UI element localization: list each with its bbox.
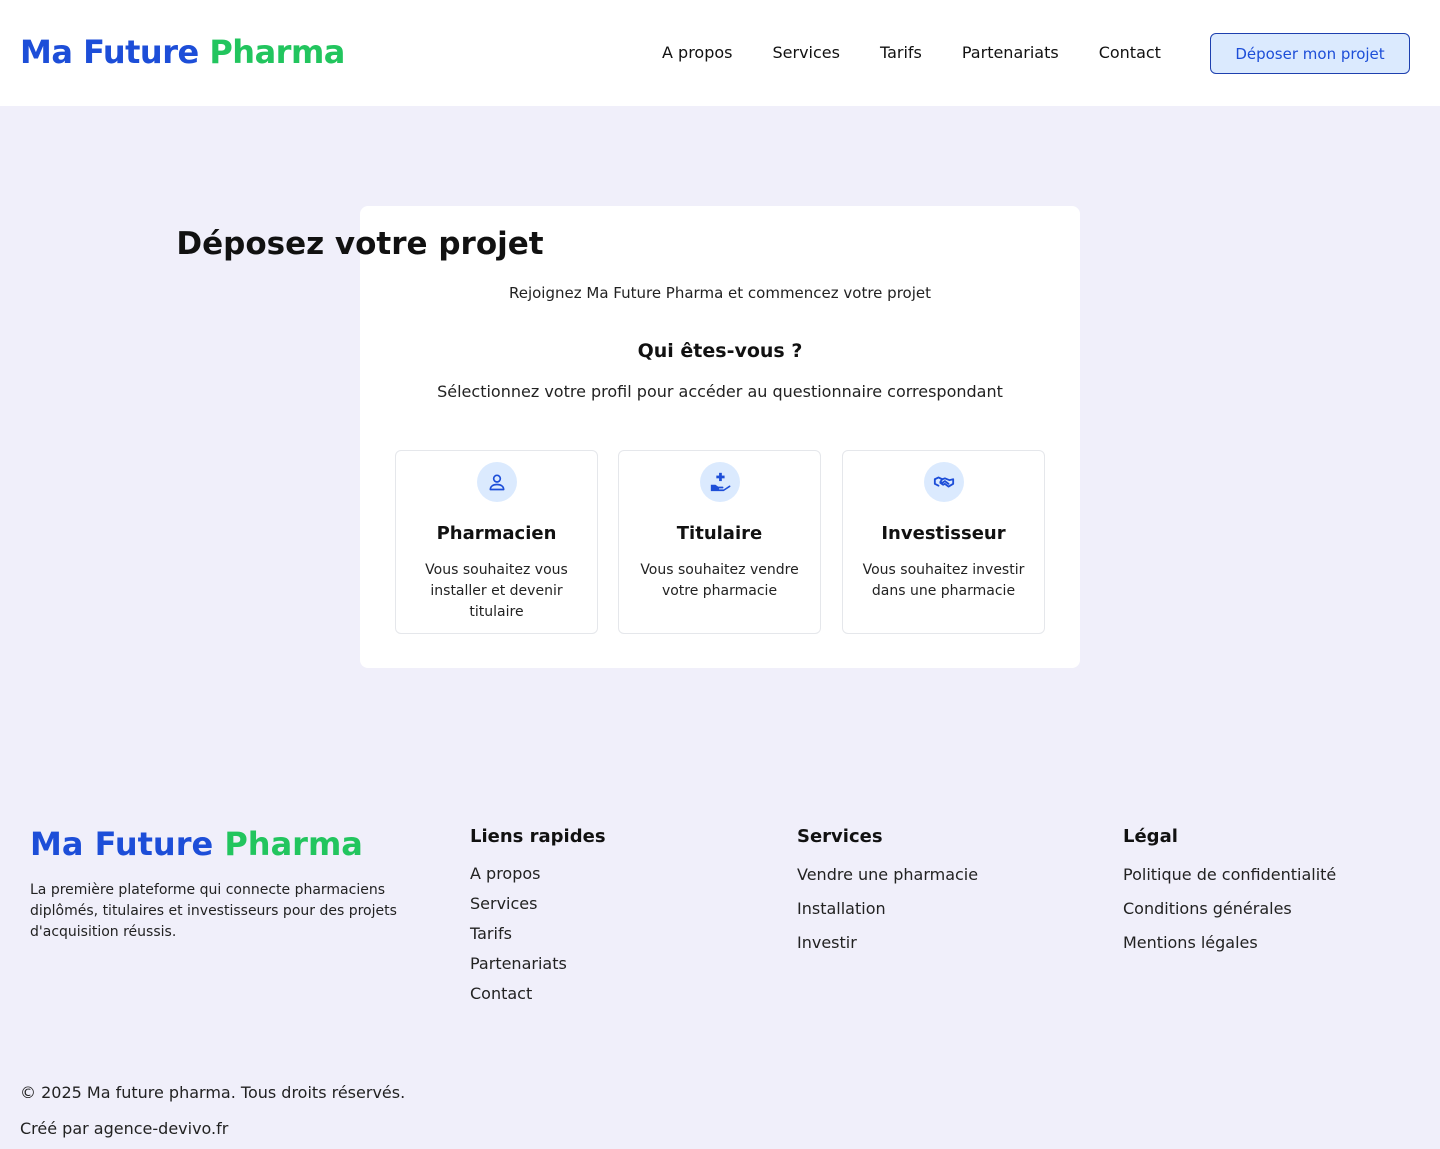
profile-title: Titulaire [676,523,763,544]
footer-link-investir[interactable]: Investir [797,925,978,961]
hand-plus-icon [700,462,740,502]
profile-card-pharmacien[interactable]: Pharmacien Vous souhaitez vous installer… [395,450,598,634]
main-nav: A propos Services Tarifs Partenariats Co… [662,43,1201,62]
profile-description: Vous souhaitez investir dans une pharmac… [862,562,1025,599]
logo-text-part2: Pharma [209,33,345,71]
footer-link-vendre[interactable]: Vendre une pharmacie [797,857,978,893]
profile-title: Investisseur [881,523,1006,544]
profile-question: Qui êtes-vous ? [637,340,803,362]
footer-quick-links: Liens rapides A propos Services Tarifs P… [470,826,606,1009]
nav-link-services[interactable]: Services [772,43,839,62]
page-title: Déposez votre projet [176,226,544,262]
user-icon [477,462,517,502]
footer-link-partenariats[interactable]: Partenariats [470,949,606,979]
page-subtitle: Rejoignez Ma Future Pharma et commencez … [508,284,931,302]
footer-column-title: Légal [1123,826,1178,847]
logo-text-part1: Ma Future [20,33,199,71]
profile-description: Vous souhaitez vous installer et devenir… [425,562,568,620]
profile-help-text: Sélectionnez votre profil pour accéder a… [437,382,1003,401]
footer-link-conditions[interactable]: Conditions générales [1123,891,1336,927]
footer-link-a-propos[interactable]: A propos [470,859,606,889]
profile-title: Pharmacien [436,523,557,544]
nav-link-partenariats[interactable]: Partenariats [962,43,1059,62]
footer-logo-part2: Pharma [224,825,363,863]
nav-link-a-propos[interactable]: A propos [662,43,732,62]
profile-card-investisseur[interactable]: Investisseur Vous souhaitez investir dan… [842,450,1045,634]
credit-text: Créé par agence-devivo.fr [20,1119,229,1138]
footer-logo-part1: Ma Future [30,825,214,863]
site-logo[interactable]: Ma Future Pharma [20,33,345,71]
deposer-projet-button[interactable]: Déposer mon projet [1210,33,1410,74]
nav-link-tarifs[interactable]: Tarifs [880,43,922,62]
footer-services: Services Vendre une pharmacie Installati… [797,826,978,961]
footer-description: La première plateforme qui connecte phar… [30,882,397,940]
footer-link-mentions[interactable]: Mentions légales [1123,925,1336,961]
footer-link-tarifs[interactable]: Tarifs [470,919,606,949]
footer-link-confidentialite[interactable]: Politique de confidentialité [1123,857,1336,893]
footer-logo[interactable]: Ma Future Pharma [30,825,363,863]
footer-column-title: Liens rapides [470,826,606,847]
nav-link-contact[interactable]: Contact [1099,43,1161,62]
site-header: Ma Future Pharma A propos Services Tarif… [0,0,1440,106]
profile-card-titulaire[interactable]: Titulaire Vous souhaitez vendre votre ph… [618,450,821,634]
footer-link-installation[interactable]: Installation [797,891,978,927]
handshake-icon [924,462,964,502]
footer-column-title: Services [797,826,883,847]
footer-link-contact[interactable]: Contact [470,979,606,1009]
copyright-text: © 2025 Ma future pharma. Tous droits rés… [20,1083,406,1102]
footer-legal: Légal Politique de confidentialité Condi… [1123,826,1336,961]
footer-link-services[interactable]: Services [470,889,606,919]
profile-description: Vous souhaitez vendre votre pharmacie [640,562,799,599]
